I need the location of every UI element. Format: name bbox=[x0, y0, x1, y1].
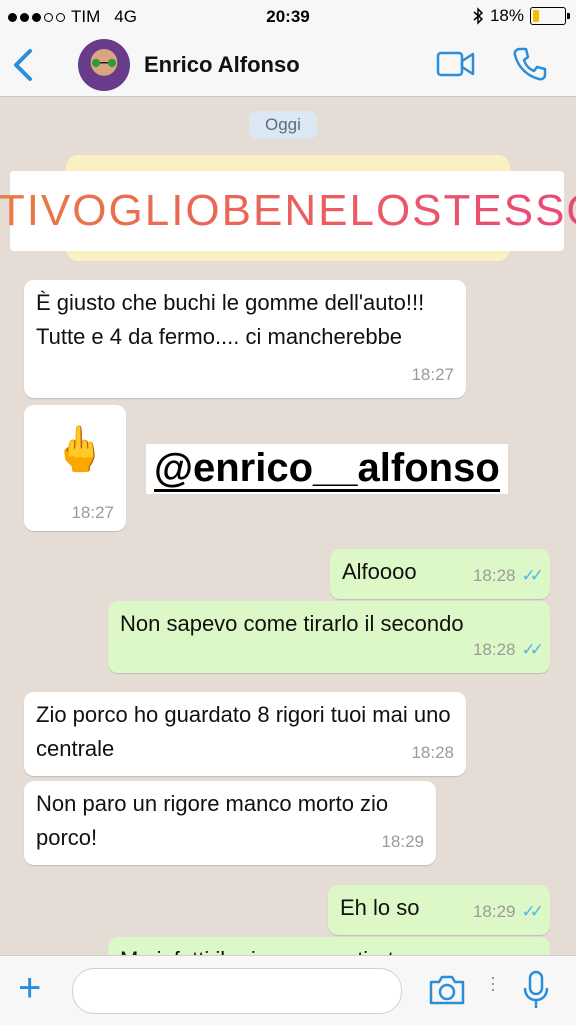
input-bar: + · · · bbox=[0, 955, 576, 1025]
message-input[interactable] bbox=[72, 968, 402, 1014]
video-camera-icon[interactable] bbox=[436, 50, 476, 78]
message-bubble[interactable]: Non sapevo come tirarlo il secondo 18:28… bbox=[108, 601, 550, 673]
message-time: 18:27 bbox=[71, 503, 114, 522]
camera-icon[interactable] bbox=[428, 974, 466, 1006]
message-text: Non paro un rigore manco morto zio porco… bbox=[36, 791, 389, 850]
message-time: 18:28 bbox=[472, 566, 516, 585]
message-time: 18:29 bbox=[381, 832, 424, 851]
message-time: 18:27 bbox=[411, 365, 454, 384]
sunglasses-icon bbox=[92, 59, 116, 67]
date-separator: Oggi bbox=[249, 111, 317, 139]
message-bubble[interactable]: Eh lo so 18:29 ✓✓ bbox=[328, 885, 550, 935]
battery-icon bbox=[530, 7, 570, 25]
read-receipt-icon: ✓✓ bbox=[521, 902, 544, 921]
contact-name[interactable]: Enrico Alfonso bbox=[144, 52, 300, 78]
chat-header: Enrico Alfonso bbox=[0, 34, 576, 97]
message-bubble[interactable]: Alfoooo 18:28 ✓✓ bbox=[330, 549, 550, 599]
mention-text: @enrico__alfonso bbox=[154, 445, 500, 492]
message-text: È giusto che buchi le gomme dell'auto!!!… bbox=[36, 290, 425, 349]
chevron-left-icon[interactable] bbox=[12, 48, 34, 82]
message-time: 18:29 bbox=[472, 902, 516, 921]
middle-finger-emoji: 🖕 bbox=[52, 425, 107, 474]
chat-area[interactable]: Oggi #TIVOGLIOBENELOSTESSO È giusto che … bbox=[0, 97, 576, 955]
message-text: Ma infatti il primo avevo tirato come bbox=[108, 937, 550, 955]
avatar[interactable] bbox=[78, 39, 130, 91]
mention-sticker: @enrico__alfonso bbox=[146, 444, 508, 494]
battery-percent: 18% bbox=[489, 6, 524, 25]
more-options-icon[interactable]: · · · bbox=[490, 968, 496, 998]
message-bubble[interactable]: 🖕 18:27 bbox=[24, 405, 126, 531]
read-receipt-icon: ✓✓ bbox=[521, 640, 544, 659]
message-text: Zio porco ho guardato 8 rigori tuoi mai … bbox=[36, 702, 451, 761]
hashtag-text: #TIVOGLIOBENELOSTESSO bbox=[0, 186, 576, 236]
bluetooth-icon bbox=[473, 7, 484, 25]
plus-icon[interactable]: + bbox=[18, 968, 41, 1008]
message-bubble[interactable]: È giusto che buchi le gomme dell'auto!!!… bbox=[24, 280, 466, 398]
message-time: 18:28 bbox=[472, 640, 516, 659]
phone-icon[interactable] bbox=[512, 46, 548, 82]
message-bubble[interactable]: Ma infatti il primo avevo tirato come bbox=[108, 937, 550, 955]
status-bar: TIM 4G 20:39 18% bbox=[0, 0, 576, 34]
microphone-icon[interactable] bbox=[522, 970, 550, 1010]
read-receipt-icon: ✓✓ bbox=[521, 566, 544, 585]
message-bubble[interactable]: Zio porco ho guardato 8 rigori tuoi mai … bbox=[24, 692, 466, 776]
message-time: 18:28 bbox=[411, 743, 454, 762]
hashtag-sticker: #TIVOGLIOBENELOSTESSO bbox=[0, 171, 576, 251]
message-bubble[interactable]: Non paro un rigore manco morto zio porco… bbox=[24, 781, 436, 865]
